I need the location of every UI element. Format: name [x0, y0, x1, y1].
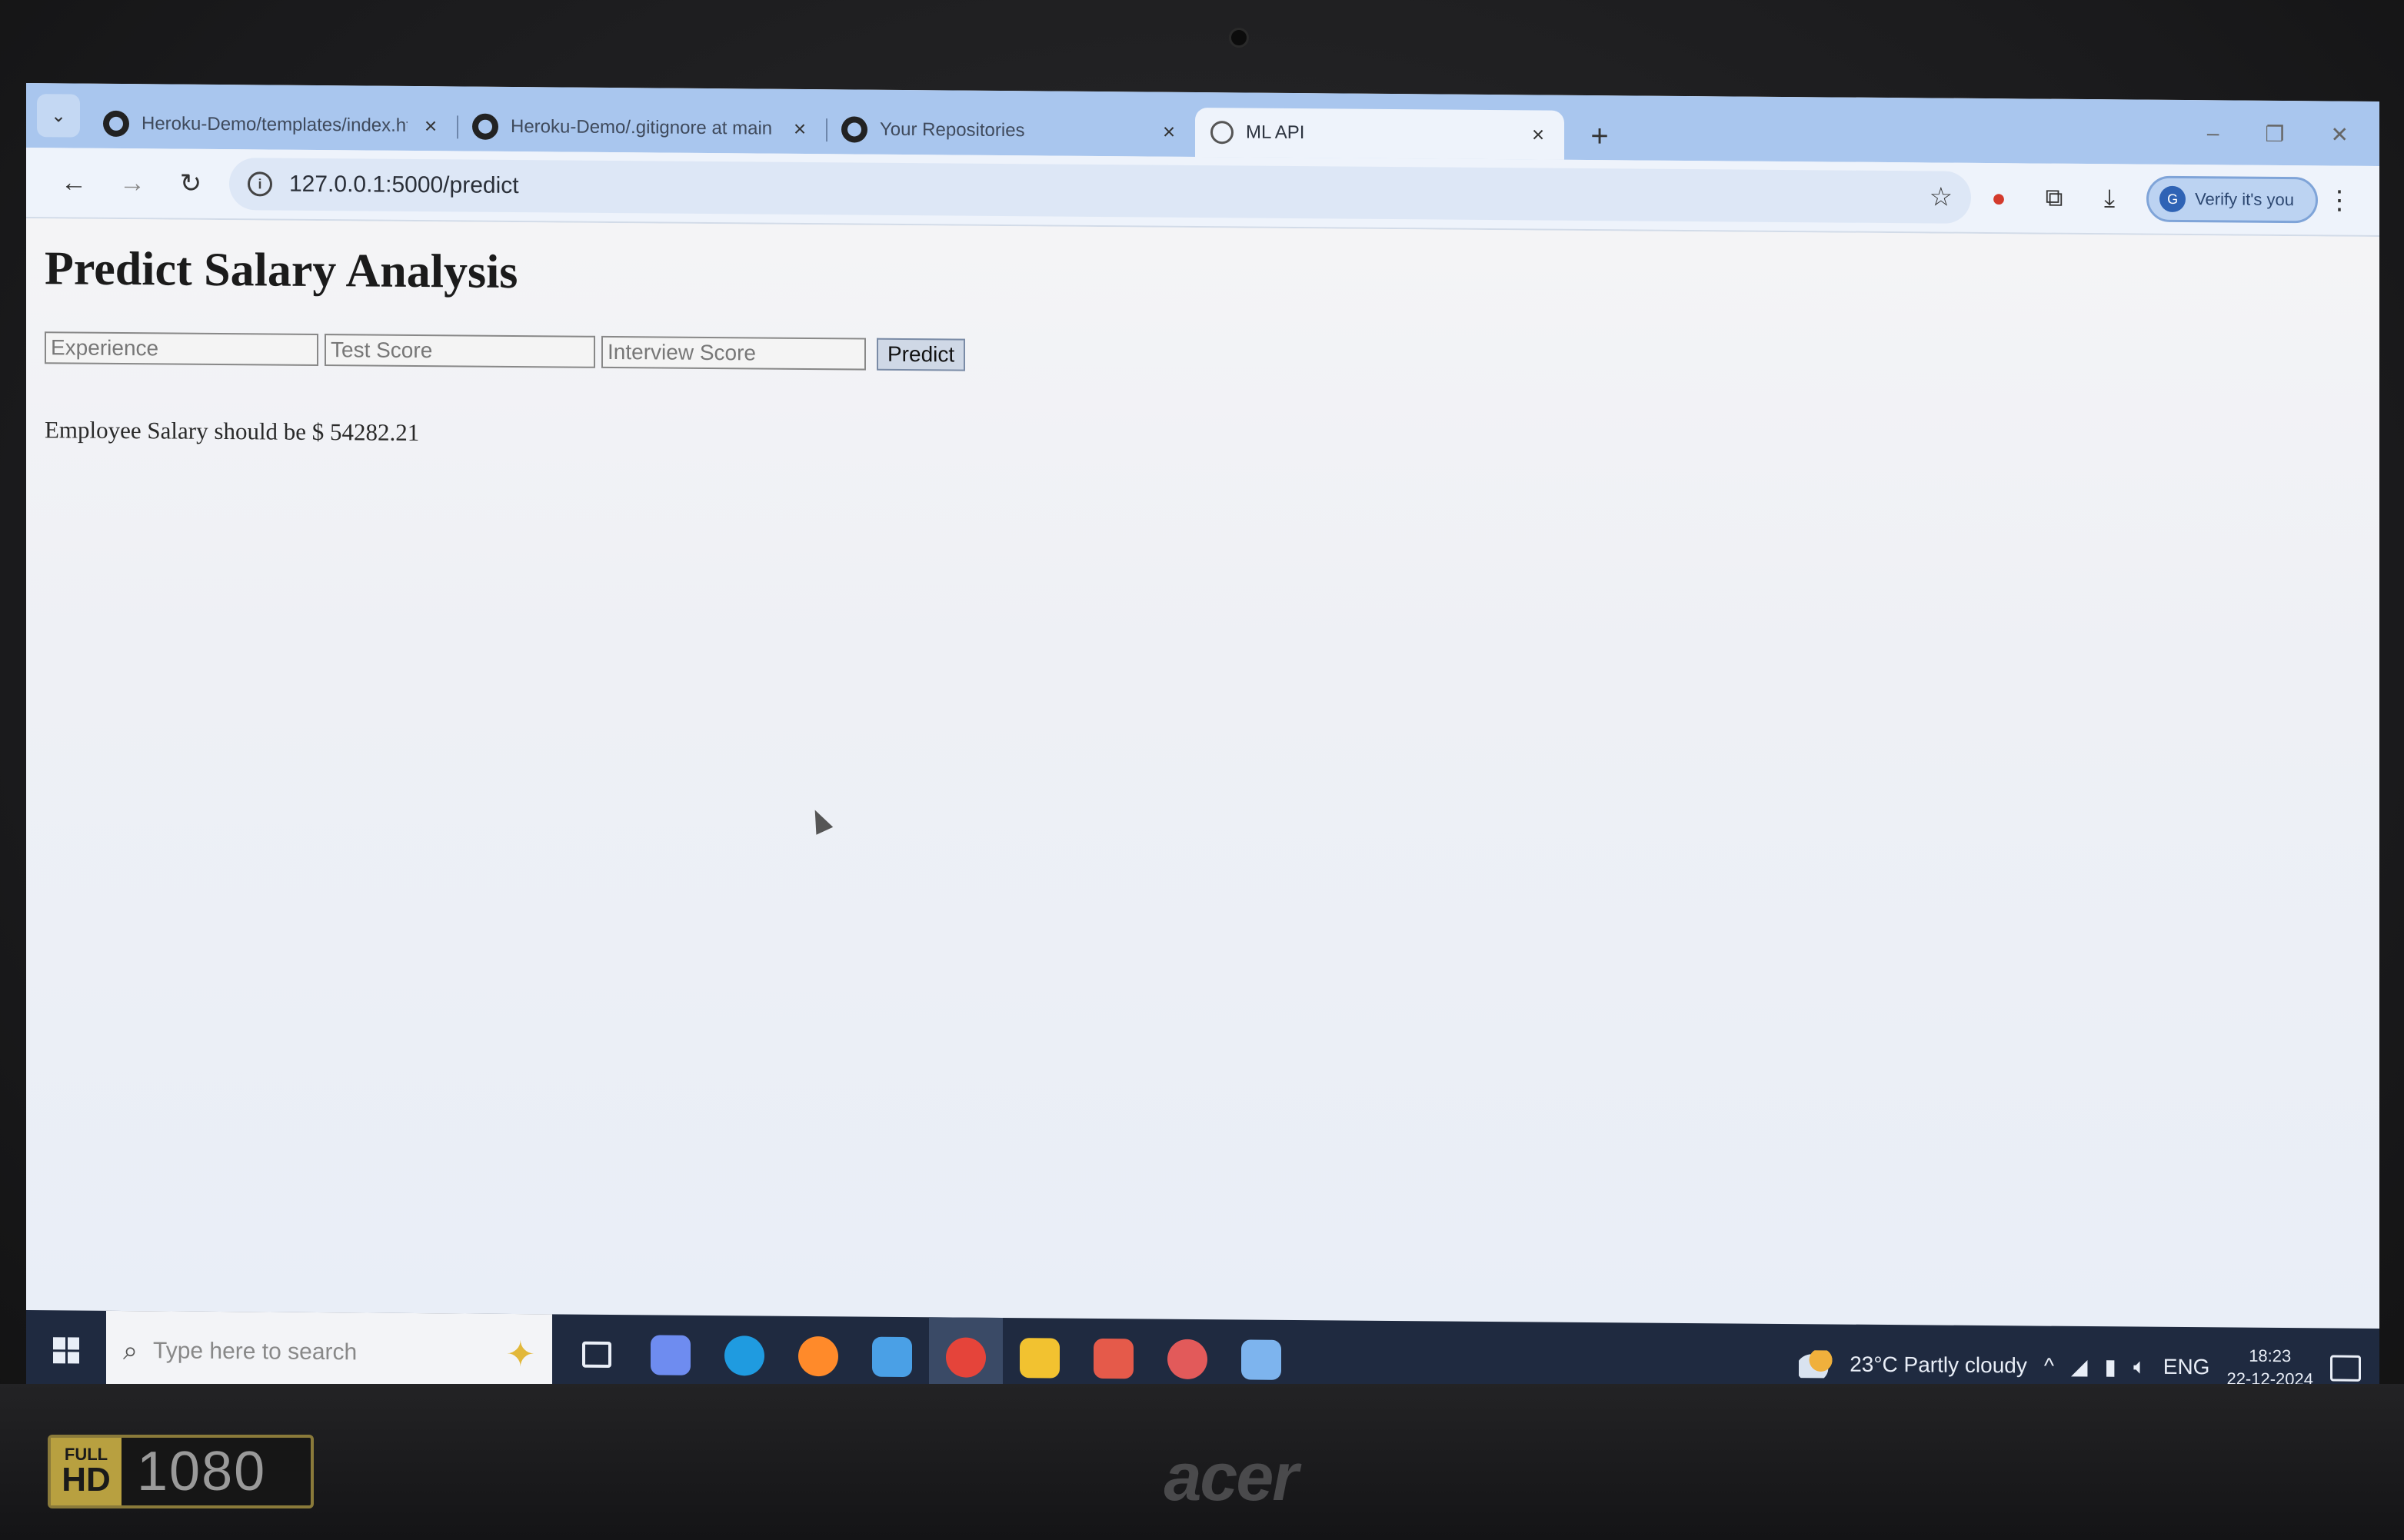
- bookmark-star-icon[interactable]: ☆: [1930, 181, 1953, 212]
- mouse-cursor: [806, 806, 834, 835]
- chevron-up-icon[interactable]: ^: [2044, 1354, 2054, 1379]
- tab-heroku-templates[interactable]: Heroku-Demo/templates/index.html ×: [88, 99, 457, 151]
- taskbar-app[interactable]: [560, 1314, 634, 1395]
- close-window-icon[interactable]: ✕: [2331, 122, 2349, 148]
- tab-title: Your Repositories: [880, 118, 1025, 141]
- chrome-icon: [946, 1337, 986, 1378]
- sparkle-icon: ✦: [505, 1333, 535, 1375]
- github-icon: [103, 110, 129, 138]
- extensions-puzzle-icon[interactable]: ⧉: [2026, 183, 2082, 213]
- close-icon[interactable]: ×: [1158, 120, 1180, 145]
- tab-ml-api[interactable]: ML API ×: [1195, 107, 1564, 160]
- experience-input[interactable]: [45, 331, 318, 366]
- url-input[interactable]: [289, 171, 1913, 211]
- taskbar-search[interactable]: ⌕ ✦: [106, 1310, 552, 1395]
- edge-icon: [724, 1335, 764, 1376]
- profile-label: Verify it's you: [2195, 189, 2294, 210]
- download-icon[interactable]: ⤓: [2082, 184, 2137, 214]
- globe-icon: [1210, 121, 1234, 145]
- windows-icon: [53, 1337, 79, 1364]
- page-title: Predict Salary Analysis: [45, 242, 518, 299]
- task-view-icon: [582, 1341, 611, 1368]
- sticker-resolution: 1080: [137, 1441, 267, 1502]
- close-icon[interactable]: ×: [1527, 122, 1549, 147]
- interview-score-input[interactable]: [601, 335, 866, 371]
- tab-search-button[interactable]: ⌄: [37, 94, 80, 138]
- avatar: G: [2159, 185, 2186, 213]
- github-icon: [841, 116, 867, 143]
- tab-title: ML API: [1246, 121, 1305, 144]
- webcam: [1229, 28, 1249, 48]
- clock-time: 18:23: [2249, 1346, 2292, 1366]
- minimize-icon[interactable]: –: [2207, 121, 2219, 146]
- chevron-down-icon: ⌄: [50, 105, 67, 126]
- tab-title: Heroku-Demo/templates/index.html: [142, 113, 408, 137]
- back-icon[interactable]: ←: [45, 168, 103, 198]
- app-red-icon: [1167, 1339, 1207, 1380]
- notification-icon[interactable]: [2330, 1355, 2361, 1382]
- reload-icon[interactable]: ↻: [161, 168, 220, 199]
- search-icon: ⌕: [123, 1335, 138, 1365]
- screen: ⌄ Heroku-Demo/templates/index.html × Her…: [26, 83, 2379, 1409]
- more-menu-icon[interactable]: ⋮: [2318, 185, 2361, 215]
- predict-form: Predict: [45, 331, 2361, 382]
- volume-icon[interactable]: 🔈︎: [2133, 1354, 2146, 1379]
- site-info-icon[interactable]: i: [248, 171, 272, 197]
- sticker-hd-text: HD: [62, 1461, 111, 1498]
- new-tab-button[interactable]: +: [1583, 119, 1617, 154]
- start-button[interactable]: [26, 1310, 106, 1391]
- battery-icon[interactable]: ▮: [2105, 1354, 2116, 1379]
- test-score-input[interactable]: [325, 334, 595, 368]
- close-icon[interactable]: ×: [789, 117, 811, 141]
- file-explorer-icon: [1020, 1338, 1060, 1379]
- address-bar[interactable]: i ☆: [229, 158, 1972, 224]
- copilot-icon: [651, 1335, 691, 1375]
- taskbar-search-input[interactable]: [153, 1338, 491, 1367]
- extension-icon[interactable]: ●: [1971, 183, 2026, 212]
- language-indicator[interactable]: ENG: [2163, 1355, 2210, 1379]
- app-window-icon: [1241, 1339, 1281, 1380]
- forward-icon[interactable]: →: [103, 168, 161, 198]
- tab-title: Heroku-Demo/.gitignore at main: [511, 115, 773, 139]
- close-icon[interactable]: ×: [420, 114, 441, 138]
- weather-icon[interactable]: [1799, 1350, 1833, 1379]
- tab-heroku-gitignore[interactable]: Heroku-Demo/.gitignore at main ×: [457, 101, 826, 154]
- predict-button[interactable]: Predict: [877, 338, 966, 371]
- window-controls: – ❐ ✕: [2207, 121, 2379, 148]
- page-content: Predict Salary Analysis Predict Employee…: [26, 218, 2379, 1329]
- weather-text[interactable]: 23°C Partly cloudy: [1850, 1352, 2027, 1379]
- profile-button[interactable]: G Verify it's you: [2146, 175, 2318, 224]
- store-icon: [872, 1336, 912, 1378]
- tab-your-repositories[interactable]: Your Repositories ×: [826, 105, 1195, 157]
- prediction-result: Employee Salary should be $ 54282.21: [45, 416, 420, 447]
- brand-logo: acer: [1164, 1439, 1298, 1515]
- restore-icon[interactable]: ❐: [2265, 121, 2284, 147]
- firefox-icon: [798, 1335, 838, 1377]
- github-icon: [472, 113, 498, 140]
- sync-app-icon: [1094, 1338, 1134, 1379]
- full-hd-sticker: FULL HD 1080: [48, 1435, 314, 1508]
- network-icon[interactable]: ◢: [2071, 1353, 2088, 1379]
